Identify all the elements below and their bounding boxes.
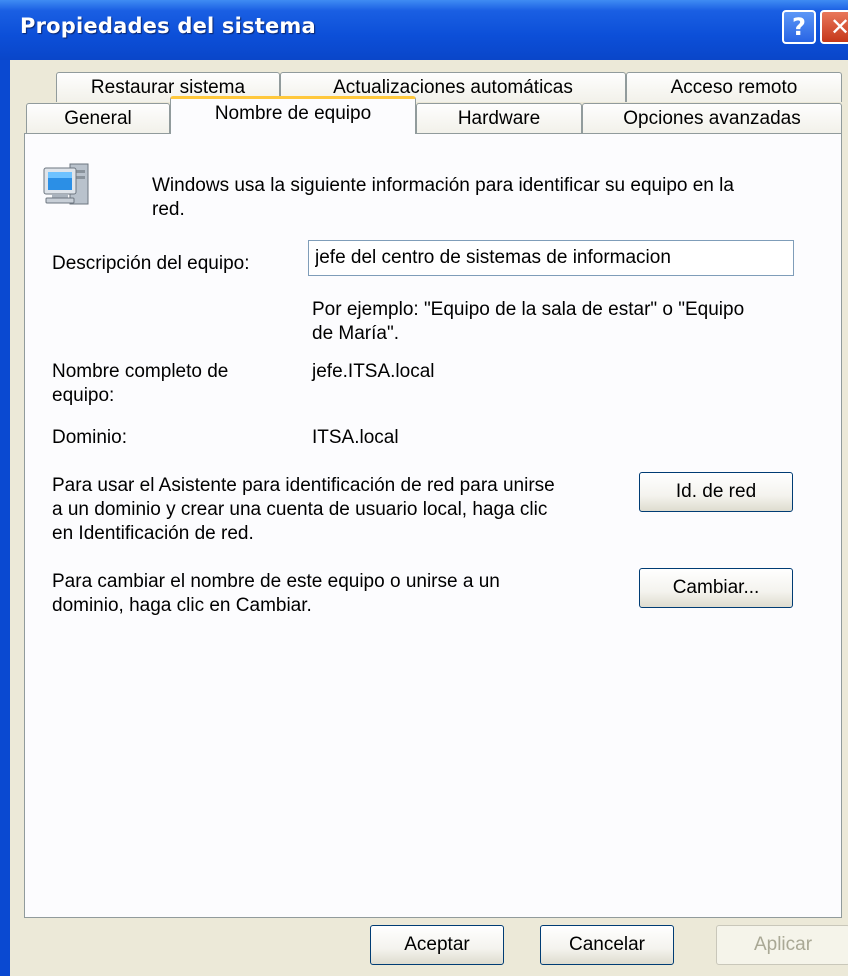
tab-hardware[interactable]: Hardware	[416, 103, 582, 133]
fullname-label-line1: Nombre completo de	[52, 361, 229, 382]
apply-button[interactable]: Aplicar	[716, 925, 848, 965]
network-text-line2: a un dominio y crear una cuenta de usuar…	[52, 499, 548, 520]
description-label: Descripción del equipo:	[52, 253, 250, 274]
example-text-line1: Por ejemplo: "Equipo de la sala de estar…	[312, 299, 745, 320]
title-bar[interactable]: Propiedades del sistema ? ✕	[0, 0, 848, 60]
ok-button[interactable]: Aceptar	[370, 925, 504, 965]
fullname-label-line2: equipo:	[52, 385, 115, 406]
domain-label: Dominio:	[52, 427, 127, 448]
domain-value: ITSA.local	[312, 427, 399, 448]
tab-acceso-remoto[interactable]: Acceso remoto	[626, 72, 842, 102]
close-icon: ✕	[829, 13, 848, 41]
network-id-button[interactable]: Id. de red	[639, 472, 793, 512]
intro-text-line2: red.	[152, 199, 185, 220]
network-text-line1: Para usar el Asistente para identificaci…	[52, 475, 555, 496]
network-text-line3: en Identificación de red.	[52, 523, 254, 544]
cancel-button[interactable]: Cancelar	[540, 925, 674, 965]
change-text-line1: Para cambiar el nombre de este equipo o …	[52, 571, 500, 592]
fullname-value: jefe.ITSA.local	[312, 361, 435, 382]
window-title: Propiedades del sistema	[20, 14, 316, 38]
intro-text-line1: Windows usa la siguiente información par…	[152, 175, 734, 196]
tab-nombre-de-equipo[interactable]: Nombre de equipo	[170, 96, 416, 134]
help-button[interactable]: ?	[782, 10, 816, 44]
help-icon: ?	[792, 13, 806, 41]
computer-icon	[43, 163, 89, 205]
description-input[interactable]	[308, 240, 794, 276]
example-text-line2: de María".	[312, 323, 400, 344]
change-text-line2: dominio, haga clic en Cambiar.	[52, 595, 312, 616]
close-button[interactable]: ✕	[820, 10, 848, 44]
change-button[interactable]: Cambiar...	[639, 568, 793, 608]
tab-opciones-avanzadas[interactable]: Opciones avanzadas	[582, 103, 842, 133]
tab-general[interactable]: General	[26, 103, 170, 133]
